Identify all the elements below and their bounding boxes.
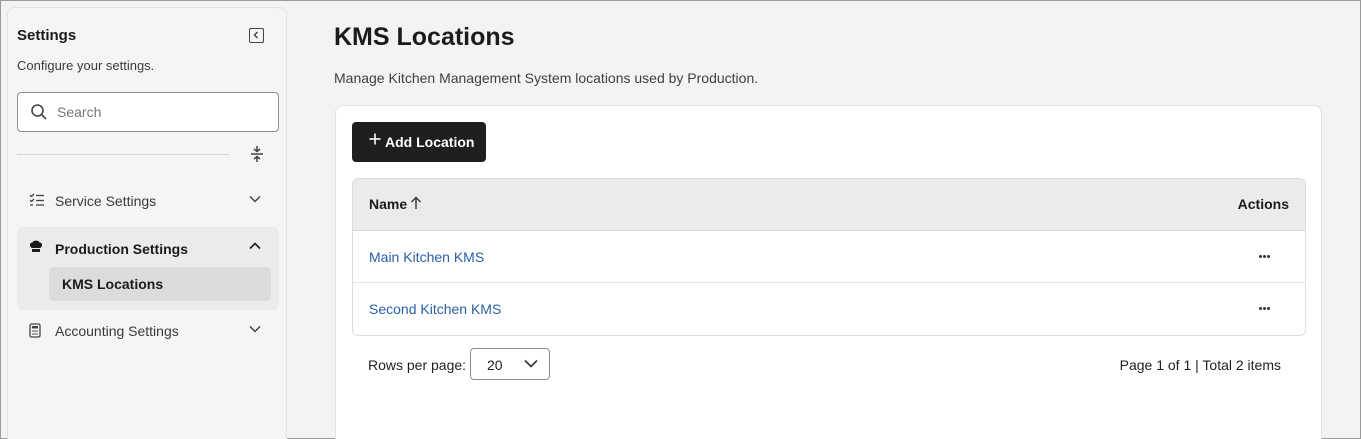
column-header-actions: Actions: [1237, 196, 1289, 212]
pagination-info: Page 1 of 1 | Total 2 items: [1119, 357, 1281, 373]
calculator-icon: [29, 323, 41, 338]
table-row: Second Kitchen KMS: [353, 283, 1305, 335]
rows-per-page-select[interactable]: 20: [470, 348, 550, 380]
sidebar-item-service-settings[interactable]: Service Settings: [17, 179, 279, 223]
sidebar-subitem-kms-locations[interactable]: KMS Locations: [49, 267, 271, 301]
search-box[interactable]: [17, 92, 279, 132]
sidebar-title: Settings: [17, 27, 77, 44]
search-icon: [31, 104, 47, 120]
sidebar-subtitle: Configure your settings.: [17, 58, 155, 73]
location-name-link[interactable]: Main Kitchen KMS: [369, 249, 484, 265]
divider: [17, 154, 229, 155]
collapse-all-icon[interactable]: [250, 145, 264, 163]
sort-ascending-icon[interactable]: [410, 196, 422, 210]
table-row: Main Kitchen KMS: [353, 231, 1305, 283]
more-actions-icon[interactable]: [1253, 245, 1275, 267]
page-title: KMS Locations: [334, 23, 515, 51]
more-actions-icon[interactable]: [1253, 297, 1275, 319]
sidebar-item-label: Production Settings: [55, 241, 188, 257]
add-location-button[interactable]: Add Location: [352, 122, 486, 162]
sidebar-item-label: Accounting Settings: [55, 323, 179, 339]
sidebar-item-label: Service Settings: [55, 193, 157, 209]
plus-icon: [369, 133, 381, 145]
rows-per-page-value: 20: [487, 357, 503, 373]
sidebar-item-production-settings[interactable]: Production Settings: [17, 227, 279, 271]
content-card: Add Location Name Actions Main Kitchen K…: [335, 105, 1322, 439]
chevron-up-icon: [249, 242, 261, 250]
chevron-down-icon: [249, 195, 261, 203]
sidebar-group-production-settings: Production Settings KMS Locations: [17, 227, 279, 310]
sidebar-item-accounting-settings[interactable]: Accounting Settings: [17, 309, 279, 353]
rows-per-page-label: Rows per page:: [368, 357, 467, 373]
column-header-name[interactable]: Name: [369, 196, 407, 212]
sidebar-subitem-label: KMS Locations: [62, 276, 164, 292]
settings-sidebar: Settings Configure your settings. Servic…: [7, 7, 287, 439]
collapse-sidebar-icon[interactable]: [249, 28, 264, 43]
chevron-down-icon: [524, 359, 538, 368]
table-header: Name Actions: [353, 179, 1305, 231]
locations-table: Name Actions Main Kitchen KMS Second Kit…: [352, 178, 1306, 336]
location-name-link[interactable]: Second Kitchen KMS: [369, 301, 501, 317]
search-input[interactable]: [57, 101, 267, 123]
page-subtitle: Manage Kitchen Management System locatio…: [334, 70, 759, 86]
chef-hat-icon: [29, 240, 43, 252]
chevron-down-icon: [249, 325, 261, 333]
add-location-label: Add Location: [385, 134, 475, 150]
checklist-icon: [29, 193, 44, 206]
